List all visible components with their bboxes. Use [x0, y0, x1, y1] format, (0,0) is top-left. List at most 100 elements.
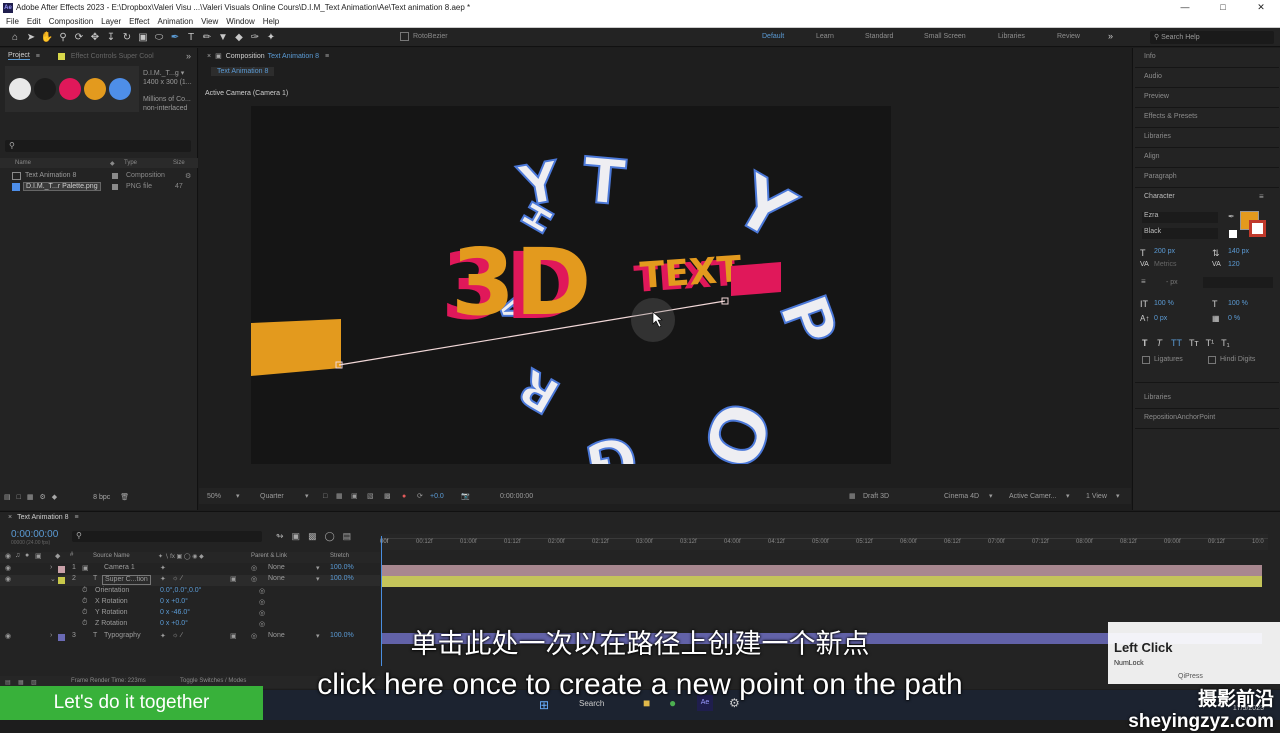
panel-paragraph[interactable]: Paragraph [1144, 173, 1177, 180]
puppet-tool-icon[interactable]: ✦ [264, 30, 278, 44]
all-caps-button[interactable]: TT [1171, 338, 1182, 348]
small-caps-button[interactable]: Tт [1189, 338, 1199, 348]
pan-tool-icon[interactable]: ✥ [88, 30, 102, 44]
reset-exposure-icon[interactable]: ⟳ [417, 492, 423, 500]
workspace-small-screen[interactable]: Small Screen [924, 33, 966, 40]
new-folder-icon[interactable]: □ [17, 494, 21, 501]
pickwhip-icon[interactable]: ◎ [251, 564, 257, 572]
flowchart-icon[interactable]: ⚙ [185, 172, 191, 180]
close-tab-icon[interactable]: × [207, 53, 211, 60]
panel-menu-icon[interactable]: ≡ [325, 53, 329, 60]
menu-file[interactable]: File [6, 17, 19, 26]
transparency-grid-icon[interactable]: ▦ [336, 492, 343, 500]
hindi-digits-checkbox[interactable] [1208, 356, 1216, 364]
tsume-value[interactable]: 0 % [1228, 315, 1240, 322]
pickwhip-icon[interactable]: ◎ [259, 609, 265, 617]
leading-value[interactable]: 140 px [1228, 248, 1249, 255]
layer-row[interactable]: ◉ › 1 ▣ Camera 1 ✦ ◎ None ▾ 100.0% [0, 564, 380, 575]
snapshot-icon[interactable]: 📷 [461, 492, 470, 500]
panel-overflow-icon[interactable]: » [186, 51, 191, 61]
tab-timeline[interactable]: Text Animation 8 [17, 514, 68, 521]
motion-blur-icon[interactable]: ◯ [325, 531, 335, 542]
hand-tool-icon[interactable]: ✋ [40, 30, 54, 44]
layer-name[interactable]: Super C...tion [102, 575, 151, 585]
faux-bold-button[interactable]: T [1142, 338, 1148, 348]
tab-composition[interactable]: Composition [226, 53, 265, 60]
brush-tool-icon[interactable]: ✏ [200, 30, 214, 44]
breadcrumb[interactable]: Text Animation 8 [211, 67, 275, 76]
property-value[interactable]: 0 x -46.0° [160, 609, 190, 616]
panel-libraries-2[interactable]: Libraries [1144, 394, 1171, 401]
menu-effect[interactable]: Effect [129, 17, 149, 26]
pickwhip-icon[interactable]: ◎ [251, 575, 257, 583]
zoom-tool-icon[interactable]: ⚲ [56, 30, 70, 44]
renderer-label[interactable]: Draft 3D [863, 493, 889, 500]
type-tool-icon[interactable]: T [184, 30, 198, 44]
property-value[interactable]: 0.0°,0.0°,0.0° [160, 587, 201, 594]
panel-menu-icon[interactable]: ≡ [36, 53, 40, 60]
project-search-input[interactable]: ⚲ [5, 140, 191, 152]
tracking-value[interactable]: 120 [1228, 261, 1240, 268]
workspace-libraries[interactable]: Libraries [998, 33, 1025, 40]
col-size[interactable]: Size [173, 160, 185, 166]
home-icon[interactable]: ⌂ [8, 30, 22, 44]
composition-viewer[interactable]: Y T Y P O G R A H 3D 3D TEXT TEXT [251, 106, 891, 464]
more-workspaces-icon[interactable]: » [1108, 31, 1113, 41]
project-settings-icon[interactable]: ⚙ [39, 493, 45, 501]
menu-view[interactable]: View [201, 17, 218, 26]
baseline-shift-value[interactable]: 0 px [1154, 315, 1167, 322]
minimize-button[interactable]: — [1166, 0, 1204, 15]
zoom-dropdown[interactable]: 50% [207, 493, 221, 500]
layer-name[interactable]: Camera 1 [104, 564, 135, 571]
menu-animation[interactable]: Animation [157, 17, 193, 26]
parent-dropdown[interactable]: None [268, 575, 285, 582]
stretch-value[interactable]: 100.0% [330, 575, 354, 582]
comp-name[interactable]: Text Animation 8 [268, 53, 319, 60]
expand-arrow-icon[interactable]: › [50, 564, 52, 571]
collapse-switch-icon[interactable]: ☼ [172, 575, 178, 582]
guides-icon[interactable]: ▧ [367, 492, 374, 500]
anchor-tool-icon[interactable]: ▣ [136, 30, 150, 44]
layer-bar-super-cool[interactable] [382, 576, 1262, 587]
stopwatch-icon[interactable]: ⏱ [82, 598, 87, 606]
tab-effect-controls[interactable]: Effect Controls Super Cool [71, 53, 154, 60]
list-item[interactable]: D.I.M._T...r Palette.png PNG file 47 [0, 181, 198, 192]
visibility-icon[interactable]: ◉ [5, 575, 11, 583]
panel-effects-presets[interactable]: Effects & Presets [1144, 113, 1198, 120]
col-name[interactable]: Name [15, 160, 31, 166]
time-ruler[interactable]: 00f 00:12f 01:00f 01:12f 02:00f 02:12f 0… [380, 534, 1268, 550]
views-dropdown[interactable]: 1 View [1086, 493, 1107, 500]
close-button[interactable]: ✕ [1242, 0, 1280, 15]
shy-switch-icon[interactable]: ✦ [160, 564, 166, 572]
menu-composition[interactable]: Composition [49, 17, 93, 26]
lock-icon[interactable]: ▣ [215, 52, 222, 60]
panel-menu-icon[interactable]: ≡ [1259, 192, 1264, 201]
roto-brush-icon[interactable]: ✑ [248, 30, 262, 44]
kerning-value[interactable]: Metrics [1154, 261, 1177, 268]
pickwhip-icon[interactable]: ◎ [259, 598, 265, 606]
orbit-tool-icon[interactable]: ⟳ [72, 30, 86, 44]
close-tab-icon[interactable]: × [8, 514, 12, 521]
vertical-scale-value[interactable]: 100 % [1154, 300, 1174, 307]
layer-row[interactable]: ◉ ⌄ 2 T Super C...tion ✦ ☼ ∕ ▣ ◎ None ▾ … [0, 575, 380, 586]
workspace-review[interactable]: Review [1057, 33, 1080, 40]
graph-editor-icon[interactable]: ▤ [343, 531, 352, 542]
font-style-dropdown[interactable]: Black [1142, 228, 1218, 239]
stroke-width-value[interactable]: - px [1166, 279, 1178, 286]
pen-tool-icon[interactable]: ✒ [168, 30, 182, 44]
selection-tool-icon[interactable]: ➤ [24, 30, 38, 44]
panel-libraries[interactable]: Libraries [1144, 133, 1171, 140]
frame-blending-icon[interactable]: ▩ [308, 531, 317, 542]
panel-info[interactable]: Info [1144, 53, 1156, 60]
menu-help[interactable]: Help [263, 17, 279, 26]
parent-dropdown[interactable]: None [268, 564, 285, 571]
eyedropper-icon[interactable]: ✒ [1228, 212, 1235, 221]
visibility-icon[interactable]: ◉ [5, 564, 11, 572]
pickwhip-icon[interactable]: ◎ [259, 587, 265, 595]
color-channels-icon[interactable]: ● [402, 493, 406, 500]
new-composition-icon[interactable]: ▦ [27, 493, 34, 501]
shy-switch-icon[interactable]: ✦ [160, 575, 166, 583]
stopwatch-icon[interactable]: ⏱ [82, 587, 87, 595]
workspace-default[interactable]: Default [762, 33, 784, 40]
color-depth-icon[interactable]: ◆ [52, 493, 57, 501]
